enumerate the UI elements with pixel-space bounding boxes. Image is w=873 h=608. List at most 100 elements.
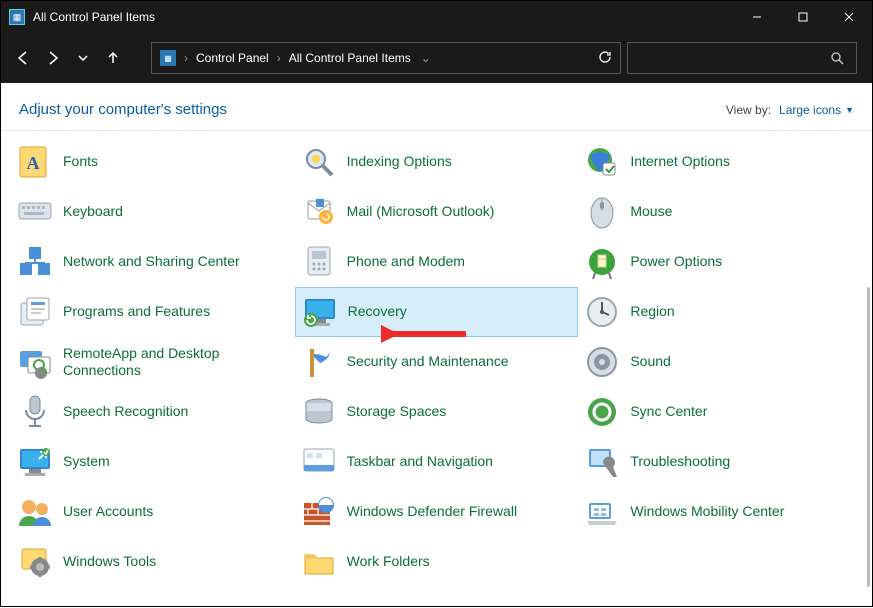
item-label: Mail (Microsoft Outlook)	[347, 203, 495, 221]
users-icon	[17, 494, 53, 530]
programs-icon	[17, 294, 53, 330]
control-panel-item-region[interactable]: Region	[578, 287, 862, 337]
item-label: Region	[630, 303, 674, 321]
content-area: A Fonts Indexing Options Internet Options Ke…	[1, 137, 872, 608]
mail-icon	[301, 194, 337, 230]
scrollbar[interactable]	[867, 287, 870, 587]
item-label: Recovery	[348, 303, 407, 321]
control-panel-item-network-and-sharing-center[interactable]: Network and Sharing Center	[11, 237, 295, 287]
view-by-label: View by:	[726, 103, 771, 117]
control-panel-item-storage-spaces[interactable]: Storage Spaces	[295, 387, 579, 437]
address-bar[interactable]: ▦ › Control Panel › All Control Panel It…	[151, 42, 621, 74]
keyboard-icon	[17, 194, 53, 230]
breadcrumb-current[interactable]: All Control Panel Items	[289, 51, 411, 65]
tools-icon	[17, 544, 53, 580]
workfolders-icon	[301, 544, 337, 580]
sound-icon	[584, 344, 620, 380]
item-label: Security and Maintenance	[347, 353, 509, 371]
control-panel-item-indexing-options[interactable]: Indexing Options	[295, 137, 579, 187]
item-label: Work Folders	[347, 553, 430, 571]
forward-button[interactable]	[41, 46, 65, 70]
taskbar-icon	[301, 444, 337, 480]
item-label: Sound	[630, 353, 670, 371]
item-label: Programs and Features	[63, 303, 210, 321]
search-icon	[830, 51, 844, 65]
titlebar: ▦ All Control Panel Items	[1, 1, 872, 33]
control-panel-item-remoteapp-and-desktop-connections[interactable]: RemoteApp and Desktop Connections	[11, 337, 295, 387]
security-icon	[301, 344, 337, 380]
control-panel-item-work-folders[interactable]: Work Folders	[295, 537, 579, 587]
internet-icon	[584, 144, 620, 180]
page-title: Adjust your computer's settings	[19, 101, 227, 118]
breadcrumb-dropdown-icon[interactable]: ⌄	[415, 51, 437, 65]
control-panel-item-internet-options[interactable]: Internet Options	[578, 137, 862, 187]
control-panel-item-troubleshooting[interactable]: Troubleshooting	[578, 437, 862, 487]
minimize-button[interactable]	[734, 1, 780, 33]
control-panel-item-user-accounts[interactable]: User Accounts	[11, 487, 295, 537]
item-label: RemoteApp and Desktop Connections	[63, 345, 243, 380]
breadcrumb-root[interactable]: Control Panel	[196, 51, 269, 65]
item-label: User Accounts	[63, 503, 153, 521]
close-button[interactable]	[826, 1, 872, 33]
recovery-icon	[302, 294, 338, 330]
item-label: Speech Recognition	[63, 403, 188, 421]
item-label: Internet Options	[630, 153, 730, 171]
item-label: Indexing Options	[347, 153, 452, 171]
control-panel-icon: ▦	[9, 9, 25, 25]
control-panel-item-sound[interactable]: Sound	[578, 337, 862, 387]
storage-icon	[301, 394, 337, 430]
mobility-icon	[584, 494, 620, 530]
control-panel-item-mail-microsoft-outlook-[interactable]: Mail (Microsoft Outlook)	[295, 187, 579, 237]
sync-icon	[584, 394, 620, 430]
item-label: Windows Defender Firewall	[347, 503, 517, 521]
item-label: Keyboard	[63, 203, 123, 221]
fonts-icon: A	[17, 144, 53, 180]
control-panel-item-system[interactable]: System	[11, 437, 295, 487]
up-button[interactable]	[101, 46, 125, 70]
back-button[interactable]	[11, 46, 35, 70]
svg-text:A: A	[27, 153, 40, 173]
item-label: Fonts	[63, 153, 98, 171]
control-panel-item-power-options[interactable]: Power Options	[578, 237, 862, 287]
search-input[interactable]	[627, 42, 857, 74]
item-label: Sync Center	[630, 403, 707, 421]
system-icon	[17, 444, 53, 480]
control-panel-item-windows-mobility-center[interactable]: Windows Mobility Center	[578, 487, 862, 537]
control-panel-grid: A Fonts Indexing Options Internet Options Ke…	[1, 137, 872, 597]
item-label: Taskbar and Navigation	[347, 453, 493, 471]
maximize-button[interactable]	[780, 1, 826, 33]
control-panel-item-sync-center[interactable]: Sync Center	[578, 387, 862, 437]
control-panel-item-speech-recognition[interactable]: Speech Recognition	[11, 387, 295, 437]
control-panel-item-recovery[interactable]: Recovery	[295, 287, 579, 337]
power-icon	[584, 244, 620, 280]
mouse-icon	[584, 194, 620, 230]
breadcrumb-separator: ›	[273, 51, 285, 65]
item-label: Windows Mobility Center	[630, 503, 784, 521]
recent-locations-button[interactable]	[71, 46, 95, 70]
item-label: Storage Spaces	[347, 403, 447, 421]
control-panel-item-programs-and-features[interactable]: Programs and Features	[11, 287, 295, 337]
control-panel-icon: ▦	[160, 50, 176, 66]
control-panel-item-mouse[interactable]: Mouse	[578, 187, 862, 237]
control-panel-item-phone-and-modem[interactable]: Phone and Modem	[295, 237, 579, 287]
control-panel-item-security-and-maintenance[interactable]: Security and Maintenance	[295, 337, 579, 387]
control-panel-item-windows-defender-firewall[interactable]: Windows Defender Firewall	[295, 487, 579, 537]
speech-icon	[17, 394, 53, 430]
refresh-button[interactable]	[588, 50, 612, 67]
item-label: System	[63, 453, 110, 471]
item-label: Windows Tools	[63, 553, 156, 571]
control-panel-item-fonts[interactable]: A Fonts	[11, 137, 295, 187]
phone-icon	[301, 244, 337, 280]
view-by-value: Large icons	[779, 103, 841, 117]
item-label: Network and Sharing Center	[63, 253, 240, 271]
remoteapp-icon	[17, 344, 53, 380]
item-label: Phone and Modem	[347, 253, 465, 271]
window-controls	[734, 1, 872, 33]
window-title: All Control Panel Items	[33, 10, 155, 24]
view-by-select[interactable]: Large icons ▼	[779, 103, 854, 117]
indexing-icon	[301, 144, 337, 180]
header-row: Adjust your computer's settings View by:…	[1, 83, 872, 131]
control-panel-item-windows-tools[interactable]: Windows Tools	[11, 537, 295, 587]
control-panel-item-keyboard[interactable]: Keyboard	[11, 187, 295, 237]
control-panel-item-taskbar-and-navigation[interactable]: Taskbar and Navigation	[295, 437, 579, 487]
